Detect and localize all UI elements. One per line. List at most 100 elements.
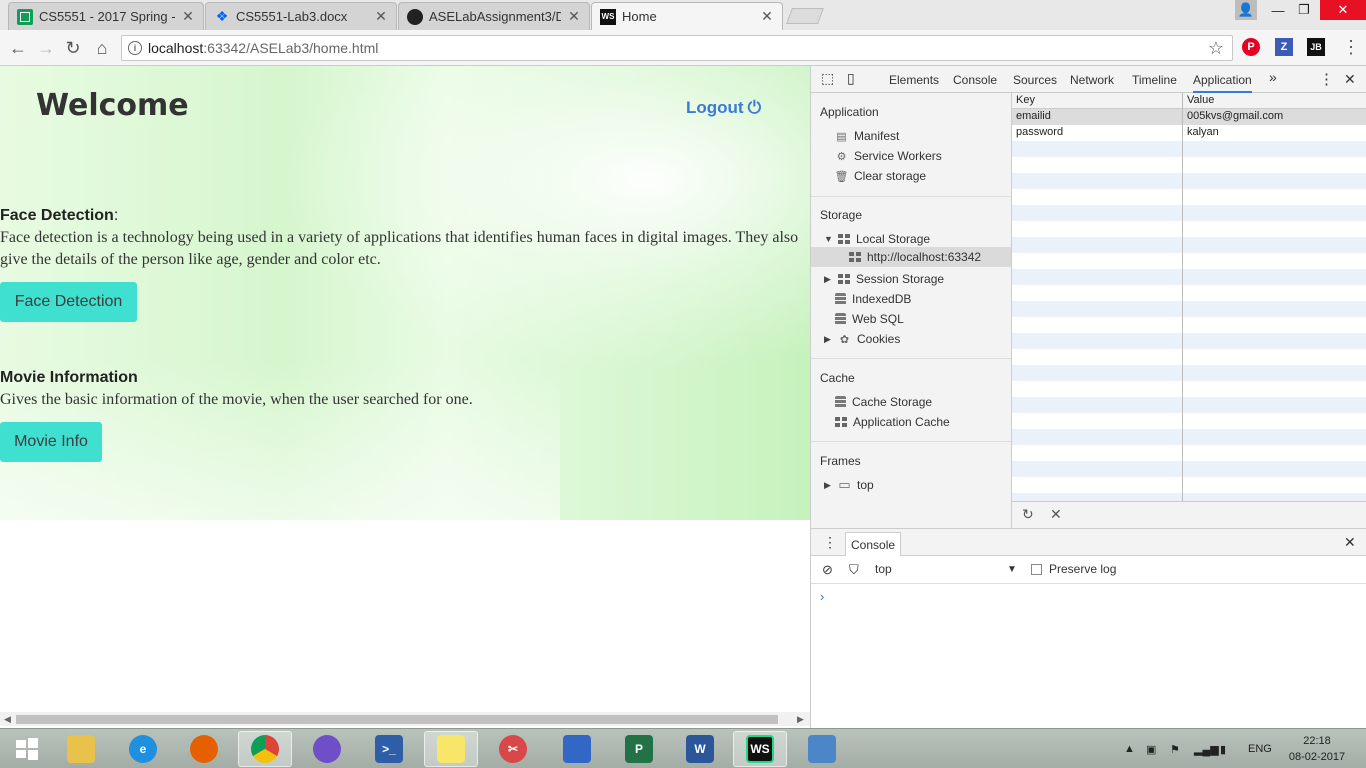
collapsed-triangle-icon[interactable]: ▶ — [824, 274, 832, 285]
expanded-triangle-icon[interactable]: ▼ — [824, 234, 833, 244]
refresh-icon[interactable]: ↻ — [1022, 506, 1034, 523]
column-divider[interactable] — [1182, 93, 1183, 501]
close-icon[interactable]: ✕ — [374, 8, 388, 25]
checkbox-box[interactable] — [1031, 564, 1042, 575]
tab-network[interactable]: Network — [1070, 73, 1114, 87]
tray-device-icon[interactable]: ▣ — [1146, 729, 1156, 768]
pinterest-extension-icon[interactable]: P — [1242, 38, 1260, 56]
sidebar-item-session-storage[interactable]: ▶ Session Storage — [824, 272, 944, 286]
key-cell[interactable]: password — [1016, 126, 1063, 138]
tab-sources[interactable]: Sources — [1013, 73, 1057, 87]
sidebar-item-manifest[interactable]: ▤ Manifest — [835, 129, 899, 143]
console-prompt[interactable]: › — [820, 589, 824, 604]
more-tabs-icon[interactable]: » — [1269, 69, 1277, 85]
sidebar-item-cache-storage[interactable]: Cache Storage — [835, 395, 932, 409]
network-signal-icon[interactable]: ▂▄▆ — [1194, 729, 1219, 768]
taskbar-project[interactable]: P — [612, 731, 666, 767]
drawer-menu-icon[interactable]: ⋮ — [823, 534, 837, 551]
tab-home[interactable]: WS Home ✕ — [591, 2, 783, 30]
sidebar-item-cookies[interactable]: ▶ ✿ Cookies — [824, 332, 900, 346]
close-icon[interactable]: ✕ — [181, 8, 195, 25]
tab-application[interactable]: Application — [1193, 73, 1252, 93]
scrollbar-thumb[interactable] — [16, 715, 778, 724]
inspect-element-icon[interactable]: ⬚ — [821, 70, 834, 87]
horizontal-scrollbar[interactable]: ◀ ▶ — [0, 712, 810, 726]
back-arrow-icon[interactable]: ← — [8, 38, 28, 58]
table-row[interactable]: password kalyan — [1012, 125, 1366, 141]
system-clock[interactable]: 22:18 08-02-2017 — [1282, 733, 1352, 765]
movie-info-button[interactable]: Movie Info — [0, 422, 102, 462]
taskbar-photos[interactable] — [795, 731, 849, 767]
table-row[interactable]: emailid 005kvs@gmail.com — [1012, 109, 1366, 125]
jetbrains-extension-icon[interactable]: JB — [1307, 38, 1325, 56]
value-cell[interactable]: kalyan — [1187, 126, 1219, 138]
language-indicator[interactable]: ENG — [1248, 729, 1272, 768]
minimize-icon[interactable]: — — [1266, 0, 1290, 20]
taskbar-sticky-notes[interactable] — [424, 731, 478, 767]
close-drawer-icon[interactable]: ✕ — [1344, 534, 1356, 551]
delete-icon[interactable]: ✕ — [1050, 506, 1062, 523]
show-hidden-icons[interactable]: ▲ — [1124, 729, 1135, 768]
column-header-key[interactable]: Key — [1016, 94, 1035, 106]
sidebar-item-web-sql[interactable]: Web SQL — [835, 312, 904, 326]
forward-arrow-icon[interactable]: → — [36, 38, 56, 58]
info-icon[interactable]: i — [128, 41, 142, 55]
taskbar-snipping-tool[interactable]: ✂ — [486, 731, 540, 767]
tab-console[interactable]: Console — [953, 73, 997, 87]
restore-icon[interactable]: ❐ — [1292, 0, 1316, 20]
device-toolbar-icon[interactable]: ▯ — [847, 70, 855, 87]
tab-console-drawer[interactable]: Console — [845, 532, 902, 556]
taskbar-powershell[interactable]: >_ — [362, 731, 416, 767]
sidebar-item-application-cache[interactable]: Application Cache — [835, 415, 950, 429]
new-tab-button[interactable] — [786, 8, 824, 24]
sidebar-item-local-storage[interactable]: ▼ Local Storage — [824, 232, 930, 246]
dropdown-arrow-icon[interactable]: ▼ — [1007, 564, 1017, 575]
tab-dropbox-doc[interactable]: ❖ CS5551-Lab3.docx ✕ — [205, 2, 397, 30]
taskbar-firefox[interactable] — [177, 731, 231, 767]
sidebar-item-clear-storage[interactable]: 🗑 Clear storage — [835, 169, 927, 183]
reload-icon[interactable]: ↻ — [63, 38, 83, 58]
home-icon[interactable]: ⌂ — [92, 38, 112, 58]
logout-link[interactable]: Logout ⏻ — [686, 98, 761, 118]
taskbar-internet-explorer[interactable]: e — [116, 731, 170, 767]
sidebar-item-frame-top[interactable]: ▶ ▭ top — [824, 477, 874, 492]
taskbar-word[interactable]: W — [673, 731, 727, 767]
taskbar-github-desktop[interactable] — [300, 731, 354, 767]
face-detection-button[interactable]: Face Detection — [0, 282, 137, 322]
sidebar-item-service-workers[interactable]: ⚙ Service Workers — [835, 149, 942, 163]
taskbar-remote-desktop[interactable] — [550, 731, 604, 767]
user-profile-icon[interactable]: 👤 — [1235, 0, 1257, 20]
column-header-value[interactable]: Value — [1187, 94, 1214, 106]
start-button[interactable] — [0, 731, 54, 767]
sidebar-item-localhost-origin[interactable]: http://localhost:63342 — [811, 247, 1011, 267]
window-close-icon[interactable]: ✕ — [1320, 0, 1366, 20]
context-selector[interactable]: top — [875, 562, 892, 576]
battery-icon[interactable]: ▮ — [1220, 729, 1226, 768]
address-bar[interactable]: i localhost:63342/ASELab3/home.html ☆ — [121, 35, 1233, 61]
scroll-left-icon[interactable]: ◀ — [4, 712, 11, 726]
filter-icon[interactable]: ⛉ — [849, 562, 859, 578]
close-devtools-icon[interactable]: ✕ — [1344, 71, 1356, 88]
chrome-menu-icon[interactable]: ⋮ — [1342, 37, 1360, 58]
key-cell[interactable]: emailid — [1016, 110, 1051, 122]
sidebar-item-indexeddb[interactable]: IndexedDB — [835, 292, 911, 306]
tray-flag-icon[interactable]: ⚑ — [1170, 729, 1180, 768]
tab-sheets[interactable]: CS5551 - 2017 Spring - G ✕ — [8, 2, 204, 30]
devtools-menu-icon[interactable]: ⋮ — [1319, 70, 1334, 88]
taskbar-chrome[interactable] — [238, 731, 292, 767]
close-icon[interactable]: ✕ — [760, 8, 774, 25]
taskbar-webstorm[interactable]: WS — [733, 731, 787, 767]
taskbar-file-explorer[interactable] — [54, 731, 108, 767]
tab-elements[interactable]: Elements — [889, 73, 939, 87]
collapsed-triangle-icon[interactable]: ▶ — [824, 334, 832, 345]
preserve-log-checkbox[interactable] — [1031, 564, 1042, 578]
tab-timeline[interactable]: Timeline — [1132, 73, 1177, 87]
scroll-right-icon[interactable]: ▶ — [797, 712, 804, 726]
value-cell[interactable]: 005kvs@gmail.com — [1187, 110, 1283, 122]
collapsed-triangle-icon[interactable]: ▶ — [824, 480, 832, 491]
zotero-extension-icon[interactable]: Z — [1275, 38, 1293, 56]
clear-console-icon[interactable]: ⊘ — [822, 562, 833, 578]
tab-github[interactable]: ASELabAssignment3/Doc ✕ — [398, 2, 590, 30]
bookmark-star-icon[interactable]: ☆ — [1208, 38, 1224, 59]
close-icon[interactable]: ✕ — [567, 8, 581, 25]
